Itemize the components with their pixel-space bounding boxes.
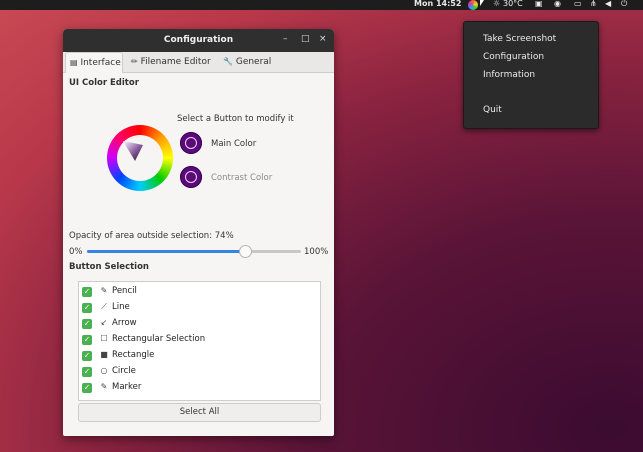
list-item[interactable]: ✓ ⟋ Line <box>79 300 320 316</box>
main-color-label: Main Color <box>211 139 257 149</box>
close-button[interactable]: × <box>319 34 327 44</box>
main-color-button[interactable] <box>180 132 202 154</box>
button-selection-list[interactable]: ✓ ✎ Pencil ✓ ⟋ Line ✓ ↙ Arrow ✓ ☐ Rectangular Selec… <box>78 281 321 401</box>
tray-menu: Take Screenshot Configuration Informatio… <box>463 21 599 129</box>
volume-icon[interactable]: ◀ <box>605 0 611 8</box>
edit-icon: ✏ <box>131 57 138 66</box>
opacity-max-label: 100% <box>304 247 329 257</box>
checkbox[interactable]: ✓ <box>82 335 92 345</box>
tab-bar: ▤ Interface ✏ Filename Editor 🔧 General <box>63 52 334 73</box>
pencil-icon: ✎ <box>100 286 108 295</box>
tab-filename-editor[interactable]: ✏ Filename Editor <box>131 52 217 72</box>
temperature[interactable]: 30°C <box>503 0 523 8</box>
clipboard-icon[interactable]: ▣ <box>535 0 543 8</box>
button-selection-heading: Button Selection <box>69 262 149 272</box>
color-editor-hint: Select a Button to modify it <box>177 114 294 124</box>
arrow-icon: ↙ <box>100 318 108 327</box>
opacity-slider-fill <box>87 250 246 253</box>
list-item-label: Rectangular Selection <box>112 334 206 344</box>
select-all-button[interactable]: Select All <box>78 403 321 422</box>
maximize-button[interactable]: □ <box>301 34 310 44</box>
checkbox[interactable]: ✓ <box>82 287 92 297</box>
bag-icon[interactable]: ◉ <box>554 0 561 8</box>
tab-general-label: General <box>235 57 272 67</box>
clock[interactable]: Mon 14:52 <box>414 0 461 8</box>
list-item[interactable]: ✓ ○ Circle <box>79 364 320 380</box>
main-color-ring-icon <box>185 137 197 149</box>
circle-icon: ○ <box>100 366 108 375</box>
mouse-cursor-icon <box>480 0 484 6</box>
marker-icon: ✎ <box>100 382 108 391</box>
list-item[interactable]: ✓ ✎ Marker <box>79 380 320 396</box>
list-item-label: Rectangle <box>112 350 155 360</box>
list-item-label: Arrow <box>112 318 137 328</box>
checkbox[interactable]: ✓ <box>82 319 92 329</box>
interface-icon: ▤ <box>70 58 78 67</box>
checkbox[interactable]: ✓ <box>82 303 92 313</box>
checkbox[interactable]: ✓ <box>82 383 92 393</box>
checkbox[interactable]: ✓ <box>82 367 92 377</box>
list-item-label: Circle <box>112 366 136 376</box>
tab-interface-label: Interface <box>80 58 121 68</box>
color-wheel[interactable] <box>107 125 173 191</box>
power-icon[interactable]: ⏻ <box>621 0 627 9</box>
title-bar[interactable]: Configuration – □ × <box>63 29 334 52</box>
menu-item-information[interactable]: Information <box>483 70 535 80</box>
tab-general[interactable]: 🔧 General <box>223 52 283 72</box>
list-item[interactable]: ✓ ✎ Pencil <box>79 284 320 300</box>
list-item[interactable]: ✓ ☐ Rectangular Selection <box>79 332 320 348</box>
list-item-label: Line <box>112 302 130 312</box>
list-item-label: Marker <box>112 382 142 392</box>
top-bar: Mon 14:52 ☼ 30°C ▣ ◉ ▭ ⋔ ◀ ⏻ <box>0 0 643 10</box>
rect-selection-icon: ☐ <box>100 334 108 343</box>
wrench-icon: 🔧 <box>223 57 233 66</box>
color-editor-heading: UI Color Editor <box>69 78 139 88</box>
opacity-slider[interactable] <box>87 245 301 258</box>
menu-item-take-screenshot[interactable]: Take Screenshot <box>483 34 556 44</box>
list-item[interactable]: ✓ ■ Rectangle <box>79 348 320 364</box>
list-item[interactable]: ✓ ↙ Arrow <box>79 316 320 332</box>
contrast-color-ring-icon <box>185 171 197 183</box>
configuration-window: Configuration – □ × ▤ Interface ✏ Filena… <box>63 29 334 436</box>
network-icon[interactable]: ⋔ <box>590 0 597 8</box>
weather-icon[interactable]: ☼ <box>493 0 500 8</box>
minimize-button[interactable]: – <box>283 34 288 44</box>
window-title: Configuration <box>163 35 234 45</box>
opacity-min-label: 0% <box>69 247 83 257</box>
line-icon: ⟋ <box>101 302 107 311</box>
tab-interface[interactable]: ▤ Interface <box>65 52 123 73</box>
tab-filename-editor-label: Filename Editor <box>140 57 211 67</box>
rectangle-icon: ■ <box>100 350 108 359</box>
contrast-color-label: Contrast Color <box>211 173 273 183</box>
flameshot-tray-icon[interactable] <box>468 0 478 10</box>
list-item-label: Pencil <box>112 286 137 296</box>
contrast-color-button[interactable] <box>180 166 202 188</box>
menu-item-quit[interactable]: Quit <box>483 105 502 115</box>
checkbox[interactable]: ✓ <box>82 351 92 361</box>
opacity-label: Opacity of area outside selection: 74% <box>69 231 234 241</box>
menu-item-configuration[interactable]: Configuration <box>483 52 544 62</box>
opacity-slider-handle[interactable] <box>239 245 253 258</box>
display-icon[interactable]: ▭ <box>574 0 582 8</box>
